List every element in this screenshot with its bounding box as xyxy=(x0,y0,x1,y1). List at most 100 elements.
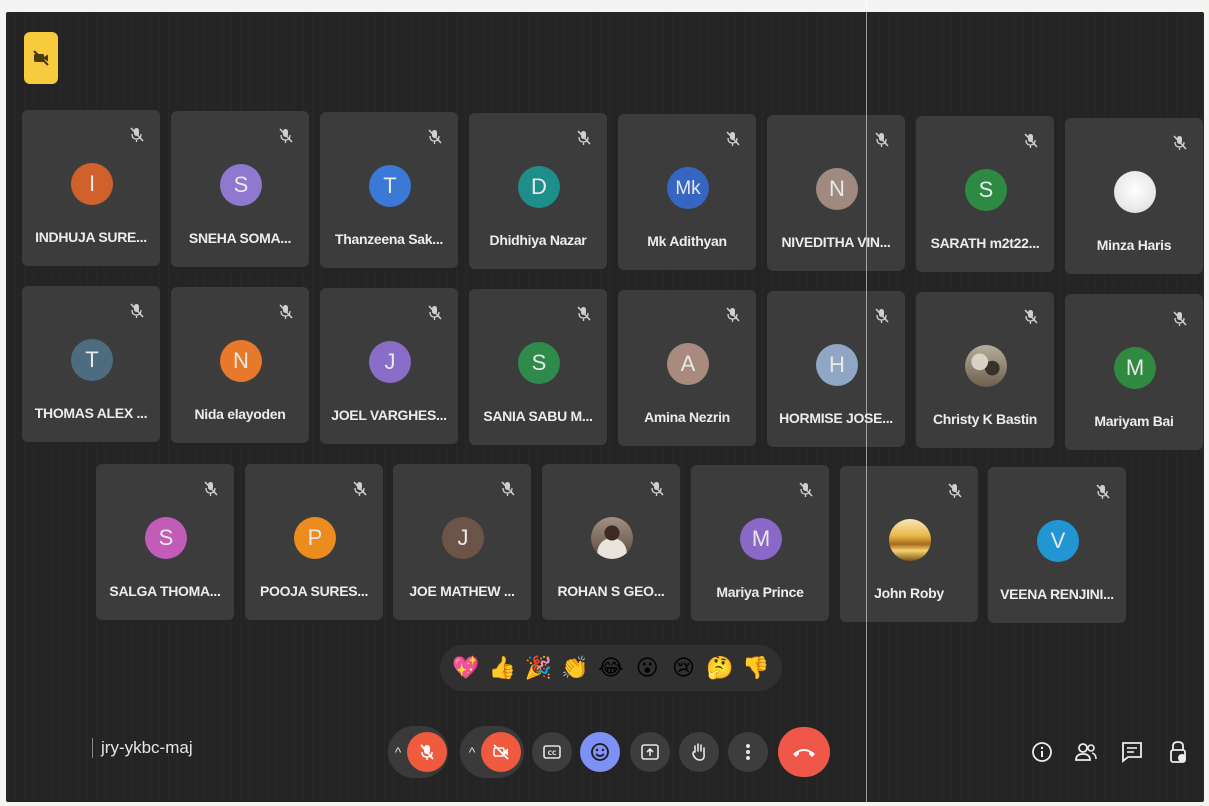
mic-muted-icon xyxy=(424,126,446,148)
svg-text:CC: CC xyxy=(548,750,557,757)
participant-tile[interactable]: Christy K Bastin xyxy=(916,292,1054,448)
participant-name: SARATH m2t22... xyxy=(930,235,1040,251)
avatar: T xyxy=(71,339,113,381)
captions-control: CC xyxy=(532,726,572,778)
people-icon xyxy=(1075,743,1097,761)
participant-grid: I INDHUJA SURE... S SNEHA SOMA... T Thanzeena… xyxy=(0,0,1209,640)
avatar: N xyxy=(816,168,858,210)
avatar-initial: N xyxy=(829,176,845,201)
participant-tile[interactable]: S SARATH m2t22... xyxy=(916,116,1054,272)
avatar: N xyxy=(220,340,262,382)
avatar-initial: V xyxy=(1050,528,1066,553)
participant-name: JOEL VARGHES... xyxy=(331,407,447,423)
participant-tile[interactable]: J JOEL VARGHES... xyxy=(320,288,458,444)
participant-name: Nida elayoden xyxy=(194,406,286,422)
captions-button[interactable]: CC xyxy=(532,732,572,772)
host-controls-icon xyxy=(1170,741,1186,763)
participant-tile[interactable]: M Mariyam Bai xyxy=(1065,294,1203,450)
participant-name: Amina Nezrin xyxy=(644,409,730,425)
avatar-initial: S xyxy=(978,177,994,202)
participant-name: SALGA THOMA... xyxy=(109,583,221,599)
participant-tile[interactable]: P POOJA SURES... xyxy=(245,464,383,620)
participant-name: Thanzeena Sak... xyxy=(334,231,444,247)
mic-control: ^ xyxy=(388,726,448,778)
participant-name: Mariyam Bai xyxy=(1094,413,1174,429)
mic-button[interactable] xyxy=(407,732,447,772)
present-button[interactable] xyxy=(630,732,670,772)
mic-off-icon xyxy=(420,744,434,760)
participant-tile[interactable]: S SNEHA SOMA... xyxy=(171,111,309,267)
mic-muted-icon xyxy=(573,303,595,325)
avatar xyxy=(591,517,633,559)
avatar-initial: N xyxy=(233,348,249,373)
mic-muted-icon xyxy=(1020,306,1042,328)
participant-tile[interactable]: D Dhidhiya Nazar xyxy=(469,113,607,269)
participant-tile[interactable]: S SANIA SABU M... xyxy=(469,289,607,445)
participant-tile[interactable]: A Amina Nezrin xyxy=(618,290,756,446)
participant-tile[interactable]: Mk Mk Adithyan xyxy=(618,114,756,270)
mic-muted-icon xyxy=(1169,308,1191,330)
reaction-emoji-button[interactable]: 😮 xyxy=(632,653,662,683)
more-vert-icon xyxy=(746,744,750,760)
participant-tile[interactable]: T Thanzeena Sak... xyxy=(320,112,458,268)
reaction-emoji-button[interactable]: 🎉 xyxy=(524,653,554,683)
mic-muted-icon xyxy=(646,478,668,500)
reaction-emoji-button[interactable]: 😂 xyxy=(596,653,626,683)
reaction-emoji-button[interactable]: 👏 xyxy=(560,653,590,683)
avatar-initial: D xyxy=(531,174,547,199)
participant-tile[interactable]: V VEENA RENJINI... xyxy=(988,467,1126,623)
participant-tile[interactable]: T THOMAS ALEX ... xyxy=(22,286,160,442)
participant-tile[interactable]: ROHAN S GEO... xyxy=(542,464,680,620)
participant-name: Mk Adithyan xyxy=(647,233,727,249)
more-options-button[interactable] xyxy=(728,732,768,772)
info-icon xyxy=(1032,742,1052,762)
avatar-initial: S xyxy=(158,525,174,550)
mic-muted-icon xyxy=(275,301,297,323)
participant-tile[interactable]: S SALGA THOMA... xyxy=(96,464,234,620)
avatar: V xyxy=(1037,520,1079,562)
reaction-emoji-button[interactable]: 👍 xyxy=(487,653,517,683)
reaction-emoji-button[interactable]: 😢 xyxy=(668,653,698,683)
reaction-emoji-button[interactable]: 💖 xyxy=(451,653,481,683)
avatar-initial: I xyxy=(88,171,96,196)
avatar-initial: M xyxy=(1125,355,1145,380)
avatar: J xyxy=(442,517,484,559)
captions-icon: CC xyxy=(543,745,561,759)
avatar-initial: T xyxy=(85,347,99,372)
camera-options-caret[interactable]: ^ xyxy=(463,744,481,760)
avatar-initial: J xyxy=(457,525,469,550)
avatar: H xyxy=(816,344,858,386)
people-button[interactable] xyxy=(1072,738,1100,766)
camera-button[interactable] xyxy=(481,732,521,772)
participant-name: SANIA SABU M... xyxy=(483,408,593,424)
participant-tile[interactable]: M Mariya Prince xyxy=(691,465,829,621)
host-controls-button[interactable] xyxy=(1164,738,1192,766)
participant-tile[interactable]: N Nida elayoden xyxy=(171,287,309,443)
leave-call-button[interactable] xyxy=(778,727,830,777)
participant-tile[interactable]: N NIVEDITHA VIN... xyxy=(767,115,905,271)
reactions-button[interactable] xyxy=(580,732,620,772)
mic-muted-icon xyxy=(200,478,222,500)
participant-tile[interactable]: John Roby xyxy=(840,466,978,622)
present-icon xyxy=(641,744,659,760)
reaction-emoji-button[interactable]: 👎 xyxy=(741,653,771,683)
participant-tile[interactable]: I INDHUJA SURE... xyxy=(22,110,160,266)
chat-button[interactable] xyxy=(1118,738,1146,766)
mic-muted-icon xyxy=(871,129,893,151)
participant-name: Minza Haris xyxy=(1096,237,1172,253)
raise-hand-control xyxy=(679,726,719,778)
avatar: M xyxy=(740,518,782,560)
mic-muted-icon xyxy=(722,128,744,150)
avatar: I xyxy=(71,163,113,205)
raise-hand-button[interactable] xyxy=(679,732,719,772)
avatar-initial: Mk xyxy=(675,177,701,199)
reaction-emoji-button[interactable]: 🤔 xyxy=(705,653,735,683)
participant-name: HORMISE JOSE... xyxy=(779,410,893,426)
participant-name: JOE MATHEW ... xyxy=(409,583,515,599)
participant-tile[interactable]: H HORMISE JOSE... xyxy=(767,291,905,447)
mic-options-caret[interactable]: ^ xyxy=(389,744,407,760)
participant-name: SNEHA SOMA... xyxy=(188,230,292,246)
participant-tile[interactable]: Minza Haris xyxy=(1065,118,1203,274)
meeting-details-button[interactable] xyxy=(1028,738,1056,766)
participant-tile[interactable]: J JOE MATHEW ... xyxy=(393,464,531,620)
